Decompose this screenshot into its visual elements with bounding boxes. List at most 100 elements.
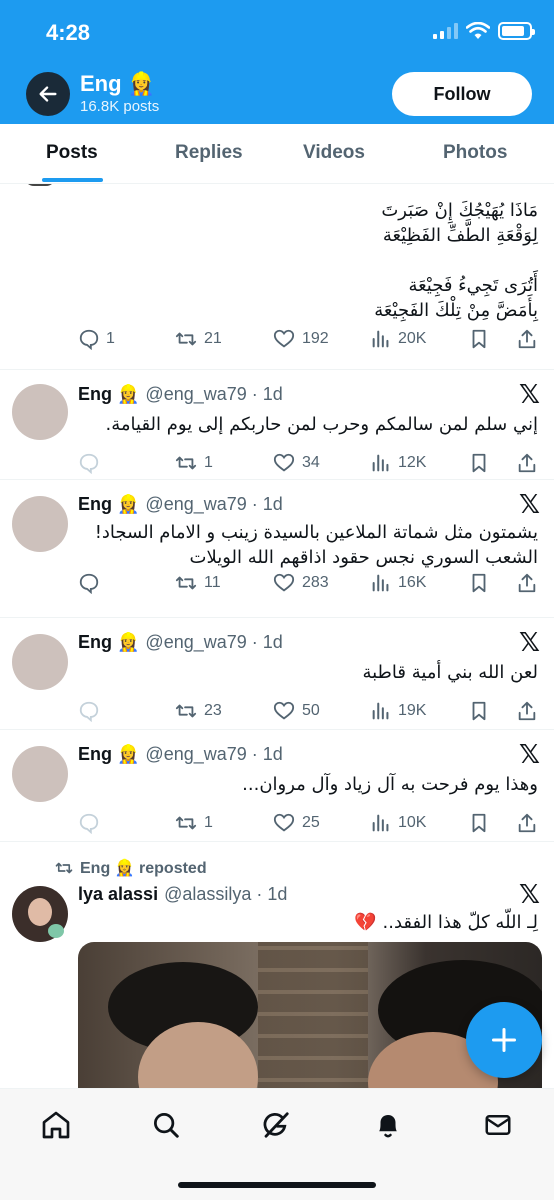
post-item[interactable]: Eng 👷‍♀️ @eng_wa79 · 1d 𝕏 يشمتون مثل شما… — [0, 480, 554, 618]
share-button[interactable] — [516, 328, 538, 350]
share-button[interactable] — [516, 572, 538, 594]
author-name[interactable]: lya alassi — [78, 884, 158, 905]
nav-messages[interactable] — [478, 1107, 518, 1143]
heart-icon — [273, 573, 295, 592]
views-icon — [372, 330, 389, 348]
bookmark-icon — [472, 453, 486, 473]
views-button[interactable]: 10K — [370, 812, 426, 834]
views-count: 16K — [398, 574, 427, 591]
like-count: 34 — [302, 454, 320, 471]
active-tab-indicator — [42, 178, 103, 182]
reply-button[interactable] — [78, 452, 100, 474]
author-name[interactable]: Eng 👷‍♀️ — [78, 494, 139, 515]
repost-count: 1 — [204, 814, 213, 831]
share-button[interactable] — [516, 452, 538, 474]
views-button[interactable]: 19K — [370, 700, 426, 722]
post-line: لعن الله بني أمية قاطبة — [362, 662, 538, 683]
repost-button[interactable]: 1 — [174, 812, 213, 834]
heart-icon — [273, 453, 295, 472]
status-icons — [433, 22, 535, 40]
tab-replies[interactable]: Replies — [175, 142, 243, 164]
like-button[interactable]: 283 — [272, 572, 329, 594]
search-icon — [154, 1113, 179, 1138]
post-media-image[interactable] — [78, 942, 542, 1088]
reply-icon — [79, 813, 99, 834]
post-item[interactable]: Eng 👷‍♀️ @eng_wa79 · 1d 𝕏 لعن الله بني أ… — [0, 618, 554, 730]
posts-count: 16.8K posts — [80, 98, 160, 115]
avatar[interactable] — [12, 886, 68, 942]
bookmark-button[interactable] — [468, 700, 490, 722]
post-line: بِأَمَضَّ مِنْ تِلْكَ الفَجِيْعَة — [374, 300, 538, 321]
like-count: 25 — [302, 814, 320, 831]
back-button[interactable] — [26, 72, 70, 116]
author-name[interactable]: Eng 👷‍♀️ — [78, 384, 139, 405]
views-button[interactable]: 16K — [370, 572, 426, 594]
author-handle[interactable]: @eng_wa79 · 1d — [145, 632, 282, 653]
post-text: يشمتون مثل شماتة الملاعين بالسيدة زينب و… — [95, 520, 538, 570]
post-actions: 1 25 10K — [78, 812, 538, 838]
mail-icon — [485, 1115, 511, 1135]
post-line: لِـ اللّه كلّ هذا الفقد.. 💔 — [354, 912, 538, 933]
repost-icon — [175, 816, 197, 830]
tab-photos[interactable]: Photos — [443, 142, 507, 164]
compose-button[interactable] — [466, 1002, 542, 1078]
like-button[interactable]: 25 — [272, 812, 320, 834]
heart-icon — [273, 329, 295, 348]
tab-videos[interactable]: Videos — [303, 142, 365, 164]
avatar[interactable] — [12, 496, 68, 552]
post-line: مَاذَا يُهَيْجُكَ إِنْ صَبَرتَ — [381, 200, 538, 221]
bookmark-button[interactable] — [468, 812, 490, 834]
post-item[interactable]: Eng 👷‍♀️ @eng_wa79 · 1d 𝕏 إني سلم لمن سا… — [0, 370, 554, 480]
avatar[interactable] — [12, 634, 68, 690]
nav-notifications[interactable] — [368, 1107, 408, 1143]
author-name[interactable]: Eng 👷‍♀️ — [78, 744, 139, 765]
share-button[interactable] — [516, 700, 538, 722]
views-button[interactable]: 20K — [370, 328, 426, 350]
author-name[interactable]: Eng 👷‍♀️ — [78, 632, 139, 653]
nav-search[interactable] — [146, 1107, 186, 1143]
reply-icon — [79, 453, 99, 474]
post-actions: 1 21 192 20K — [78, 328, 538, 354]
repost-indicator: Eng 👷‍♀️ reposted — [54, 858, 207, 878]
author-handle[interactable]: @eng_wa79 · 1d — [145, 384, 282, 405]
bookmark-button[interactable] — [468, 452, 490, 474]
follow-button[interactable]: Follow — [392, 72, 532, 116]
repost-icon — [175, 332, 197, 346]
bookmark-button[interactable] — [468, 328, 490, 350]
post-header: Eng 👷‍♀️ @eng_wa79 · 1d — [78, 632, 283, 653]
views-count: 10K — [398, 814, 427, 831]
bell-icon — [379, 1115, 397, 1138]
post-item[interactable]: Eng 👷‍♀️ @eng_wa79 · 1d 𝕏 وهذا يوم فرحت … — [0, 730, 554, 842]
like-button[interactable]: 192 — [272, 328, 329, 350]
post-header: Eng 👷‍♀️ @eng_wa79 · 1d — [78, 494, 283, 515]
status-time: 4:28 — [46, 20, 91, 45]
reply-button[interactable] — [78, 812, 100, 834]
like-button[interactable]: 34 — [272, 452, 320, 474]
bookmark-icon — [472, 573, 486, 593]
nav-home[interactable] — [36, 1107, 76, 1143]
reply-button[interactable]: 1 — [78, 328, 115, 350]
avatar[interactable] — [12, 384, 68, 440]
bookmark-button[interactable] — [468, 572, 490, 594]
repost-button[interactable]: 21 — [174, 328, 222, 350]
reply-icon — [79, 573, 99, 594]
plus-icon — [491, 1027, 517, 1053]
like-button[interactable]: 50 — [272, 700, 320, 722]
tab-posts[interactable]: Posts — [46, 142, 98, 164]
repost-button[interactable]: 1 — [174, 452, 213, 474]
reply-button[interactable] — [78, 572, 100, 594]
author-handle[interactable]: @alassilya · 1d — [164, 884, 287, 905]
post-item[interactable]: مَاذَا يُهَيْجُكَ إِنْ صَبَرتَ لِوَقْعَة… — [0, 184, 554, 370]
avatar[interactable] — [12, 746, 68, 802]
post-text: إني سلم لمن سالمكم وحرب لمن حاربكم إلى ي… — [106, 412, 538, 437]
timeline[interactable]: مَاذَا يُهَيْجُكَ إِنْ صَبَرتَ لِوَقْعَة… — [0, 184, 554, 1088]
share-icon — [518, 453, 536, 473]
author-handle[interactable]: @eng_wa79 · 1d — [145, 744, 282, 765]
author-handle[interactable]: @eng_wa79 · 1d — [145, 494, 282, 515]
reply-button[interactable] — [78, 700, 100, 722]
repost-button[interactable]: 23 — [174, 700, 222, 722]
share-button[interactable] — [516, 812, 538, 834]
views-button[interactable]: 12K — [370, 452, 426, 474]
nav-grok[interactable] — [256, 1107, 296, 1143]
repost-button[interactable]: 11 — [174, 572, 221, 594]
